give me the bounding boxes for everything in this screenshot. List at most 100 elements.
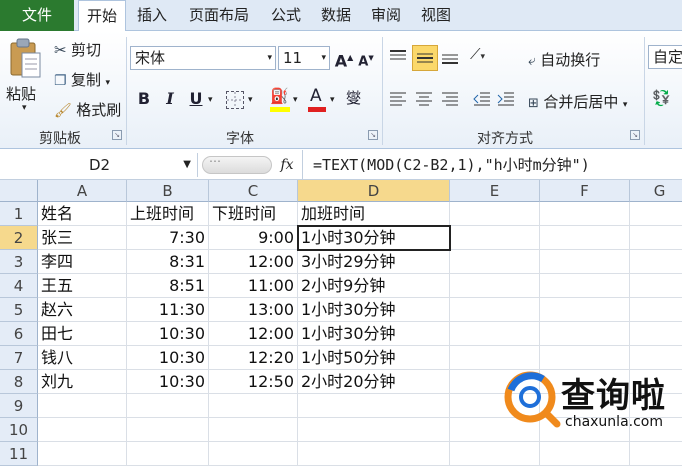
cell-g11[interactable] (630, 442, 682, 466)
font-size-select[interactable]: 11 ▾ (278, 46, 330, 70)
grow-font-button[interactable]: A▲ (334, 48, 354, 70)
cell-d1[interactable]: 加班时间 (298, 202, 450, 226)
cell-g6[interactable] (630, 322, 682, 346)
bold-button[interactable]: B (134, 89, 154, 109)
insert-function-button[interactable]: fx (276, 155, 298, 175)
column-header-c[interactable]: C (209, 180, 298, 202)
cell-c11[interactable] (209, 442, 298, 466)
italic-button[interactable]: I (160, 89, 180, 109)
tab-formulas[interactable]: 公式 (264, 0, 308, 31)
cell-f11[interactable] (540, 442, 630, 466)
row-header[interactable]: 1 (0, 202, 38, 226)
cell-a2[interactable]: 张三 (38, 226, 127, 250)
tab-page-layout[interactable]: 页面布局 (180, 0, 258, 31)
cell-a4[interactable]: 王五 (38, 274, 127, 298)
tab-view[interactable]: 视图 (414, 0, 458, 31)
tab-data[interactable]: 数据 (314, 0, 358, 31)
cell-f1[interactable] (540, 202, 630, 226)
orientation-button[interactable]: ⟋▾ (470, 45, 504, 69)
cell-b4[interactable]: 8:51 (127, 274, 209, 298)
cell-e3[interactable] (450, 250, 540, 274)
row-header[interactable]: 6 (0, 322, 38, 346)
cell-e6[interactable] (450, 322, 540, 346)
paste-button[interactable]: 粘贴 ▾ (6, 35, 46, 121)
wrap-text-button[interactable]: ⤶ 自动换行 (528, 49, 600, 70)
cell-c4[interactable]: 11:00 (209, 274, 298, 298)
cell-b1[interactable]: 上班时间 (127, 202, 209, 226)
font-name-select[interactable]: 宋体 ▾ (130, 46, 276, 70)
row-header[interactable]: 4 (0, 274, 38, 298)
cell-d7[interactable]: 1小时50分钟 (298, 346, 450, 370)
cell-d9[interactable] (298, 394, 450, 418)
cell-b7[interactable]: 10:30 (127, 346, 209, 370)
cell-a6[interactable]: 田七 (38, 322, 127, 346)
align-bottom-button[interactable] (440, 47, 462, 69)
cell-b2[interactable]: 7:30 (127, 226, 209, 250)
font-dialog-launcher[interactable]: ↘ (368, 130, 378, 140)
cell-b9[interactable] (127, 394, 209, 418)
cell-b6[interactable]: 10:30 (127, 322, 209, 346)
row-header[interactable]: 7 (0, 346, 38, 370)
cell-a8[interactable]: 刘九 (38, 370, 127, 394)
cell-c1[interactable]: 下班时间 (209, 202, 298, 226)
row-header[interactable]: 5 (0, 298, 38, 322)
column-header-b[interactable]: B (127, 180, 209, 202)
cell-b10[interactable] (127, 418, 209, 442)
cell-c7[interactable]: 12:20 (209, 346, 298, 370)
cell-a5[interactable]: 赵六 (38, 298, 127, 322)
number-format-select[interactable]: 自定 (648, 45, 682, 69)
cell-f2[interactable] (540, 226, 630, 250)
row-header[interactable]: 8 (0, 370, 38, 394)
cell-c5[interactable]: 13:00 (209, 298, 298, 322)
cell-d8[interactable]: 2小时20分钟 (298, 370, 450, 394)
column-header-f[interactable]: F (540, 180, 630, 202)
copy-button[interactable]: ❐ 复制 ▾ (54, 69, 110, 90)
cell-g4[interactable] (630, 274, 682, 298)
cell-c2[interactable]: 9:00 (209, 226, 298, 250)
cell-b11[interactable] (127, 442, 209, 466)
name-box[interactable]: D2 ▼ (2, 153, 198, 177)
cell-d5[interactable]: 1小时30分钟 (298, 298, 450, 322)
cell-e7[interactable] (450, 346, 540, 370)
shrink-font-button[interactable]: A▼ (356, 48, 376, 69)
cell-e1[interactable] (450, 202, 540, 226)
accounting-format-button[interactable]: 💱 (652, 89, 680, 111)
cell-g1[interactable] (630, 202, 682, 226)
cell-a7[interactable]: 钱八 (38, 346, 127, 370)
format-painter-button[interactable]: 🖌 格式刷 (54, 99, 121, 120)
decrease-indent-button[interactable] (472, 89, 494, 111)
formula-bar-splitter[interactable]: ⋯ (202, 154, 272, 174)
row-header[interactable]: 2 (0, 226, 38, 250)
cell-c6[interactable]: 12:00 (209, 322, 298, 346)
borders-button[interactable] (226, 91, 244, 109)
cell-f7[interactable] (540, 346, 630, 370)
cell-b3[interactable]: 8:31 (127, 250, 209, 274)
tab-review[interactable]: 审阅 (364, 0, 408, 31)
select-all-corner[interactable] (0, 180, 38, 202)
cell-g2[interactable] (630, 226, 682, 250)
cell-c9[interactable] (209, 394, 298, 418)
cell-e4[interactable] (450, 274, 540, 298)
row-header[interactable]: 9 (0, 394, 38, 418)
cell-d10[interactable] (298, 418, 450, 442)
cell-g7[interactable] (630, 346, 682, 370)
cell-d11[interactable] (298, 442, 450, 466)
cell-f6[interactable] (540, 322, 630, 346)
cell-f3[interactable] (540, 250, 630, 274)
phonetic-button[interactable]: 燮 (346, 87, 372, 113)
tab-insert[interactable]: 插入 (130, 0, 174, 31)
row-header[interactable]: 11 (0, 442, 38, 466)
increase-indent-button[interactable] (496, 89, 518, 111)
cell-d3[interactable]: 3小时29分钟 (298, 250, 450, 274)
align-center-button[interactable] (414, 89, 436, 111)
cell-g3[interactable] (630, 250, 682, 274)
cell-e5[interactable] (450, 298, 540, 322)
cell-f4[interactable] (540, 274, 630, 298)
cell-g5[interactable] (630, 298, 682, 322)
font-color-button[interactable]: A (306, 86, 328, 113)
cell-a1[interactable]: 姓名 (38, 202, 127, 226)
cell-e2[interactable] (450, 226, 540, 250)
column-header-a[interactable]: A (38, 180, 127, 202)
formula-input[interactable]: =TEXT(MOD(C2-B2,1),"h小时m分钟") (302, 150, 682, 180)
column-header-e[interactable]: E (450, 180, 540, 202)
